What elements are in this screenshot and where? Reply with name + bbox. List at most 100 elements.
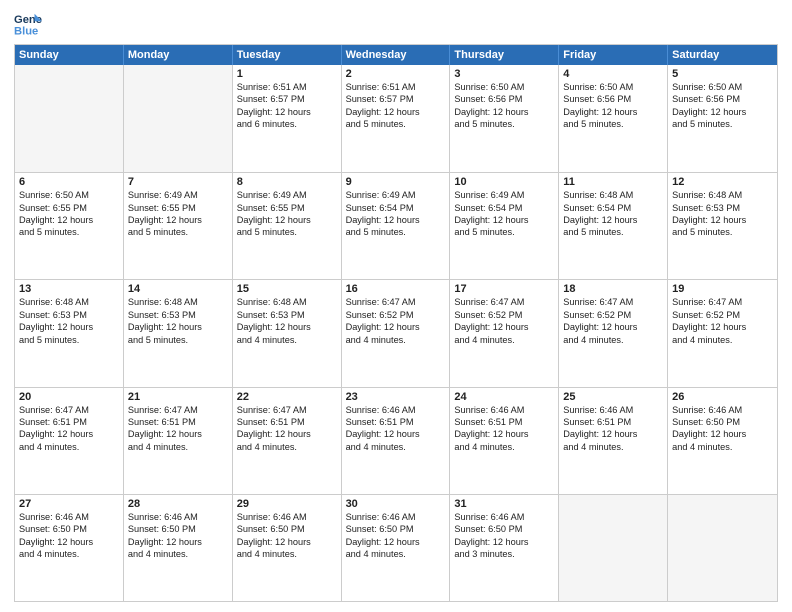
svg-text:Blue: Blue [14,25,38,37]
cell-info-line: and 4 minutes. [128,548,228,560]
calendar-week-5: 27Sunrise: 6:46 AMSunset: 6:50 PMDayligh… [15,494,777,601]
day-header-friday: Friday [559,45,668,65]
cell-info-line: Daylight: 12 hours [128,321,228,333]
cell-info-line: Daylight: 12 hours [19,321,119,333]
header: General Blue [14,10,778,38]
cell-info-line: and 5 minutes. [237,226,337,238]
cell-info-line: Daylight: 12 hours [128,428,228,440]
cell-info-line: Daylight: 12 hours [454,321,554,333]
cell-info-line: and 5 minutes. [454,118,554,130]
cell-info-line: and 4 minutes. [346,334,446,346]
cell-info-line: and 4 minutes. [237,334,337,346]
cell-info-line: Sunset: 6:50 PM [237,523,337,535]
day-number: 27 [19,498,119,510]
day-number: 30 [346,498,446,510]
day-number: 7 [128,176,228,188]
day-number: 31 [454,498,554,510]
cell-info-line: Sunset: 6:52 PM [346,309,446,321]
cell-info-line: Daylight: 12 hours [128,214,228,226]
day-number: 10 [454,176,554,188]
cell-info-line: Daylight: 12 hours [346,321,446,333]
day-number: 23 [346,391,446,403]
cell-info-line: Daylight: 12 hours [346,214,446,226]
cell-info-line: Sunset: 6:51 PM [346,416,446,428]
cell-info-line: Daylight: 12 hours [237,536,337,548]
calendar-cell: 8Sunrise: 6:49 AMSunset: 6:55 PMDaylight… [233,173,342,279]
calendar-cell: 31Sunrise: 6:46 AMSunset: 6:50 PMDayligh… [450,495,559,601]
cell-info-line: and 5 minutes. [563,226,663,238]
calendar-cell [668,495,777,601]
day-number: 5 [672,68,773,80]
calendar-cell: 5Sunrise: 6:50 AMSunset: 6:56 PMDaylight… [668,65,777,172]
cell-info-line: and 4 minutes. [563,441,663,453]
logo: General Blue [14,10,44,38]
calendar-cell: 1Sunrise: 6:51 AMSunset: 6:57 PMDaylight… [233,65,342,172]
cell-info-line: Sunrise: 6:47 AM [237,404,337,416]
day-number: 11 [563,176,663,188]
cell-info-line: Sunrise: 6:49 AM [237,189,337,201]
calendar-cell: 14Sunrise: 6:48 AMSunset: 6:53 PMDayligh… [124,280,233,386]
cell-info-line: Daylight: 12 hours [237,214,337,226]
cell-info-line: Sunset: 6:55 PM [237,202,337,214]
cell-info-line: Sunrise: 6:49 AM [128,189,228,201]
day-number: 3 [454,68,554,80]
cell-info-line: Sunrise: 6:46 AM [237,511,337,523]
cell-info-line: and 5 minutes. [672,226,773,238]
cell-info-line: and 5 minutes. [19,226,119,238]
calendar-week-4: 20Sunrise: 6:47 AMSunset: 6:51 PMDayligh… [15,387,777,494]
calendar-cell: 12Sunrise: 6:48 AMSunset: 6:53 PMDayligh… [668,173,777,279]
cell-info-line: Sunrise: 6:49 AM [454,189,554,201]
day-number: 22 [237,391,337,403]
cell-info-line: Sunset: 6:51 PM [237,416,337,428]
cell-info-line: Daylight: 12 hours [563,214,663,226]
cell-info-line: and 4 minutes. [454,441,554,453]
cell-info-line: Sunset: 6:52 PM [563,309,663,321]
day-number: 14 [128,283,228,295]
calendar-cell [124,65,233,172]
day-header-saturday: Saturday [668,45,777,65]
calendar-cell: 3Sunrise: 6:50 AMSunset: 6:56 PMDaylight… [450,65,559,172]
calendar-cell: 17Sunrise: 6:47 AMSunset: 6:52 PMDayligh… [450,280,559,386]
calendar-week-2: 6Sunrise: 6:50 AMSunset: 6:55 PMDaylight… [15,172,777,279]
cell-info-line: Sunset: 6:54 PM [346,202,446,214]
cell-info-line: Daylight: 12 hours [563,106,663,118]
cell-info-line: Sunset: 6:51 PM [563,416,663,428]
calendar-cell: 28Sunrise: 6:46 AMSunset: 6:50 PMDayligh… [124,495,233,601]
calendar-cell: 30Sunrise: 6:46 AMSunset: 6:50 PMDayligh… [342,495,451,601]
cell-info-line: and 4 minutes. [19,548,119,560]
cell-info-line: and 5 minutes. [346,226,446,238]
cell-info-line: Sunset: 6:54 PM [563,202,663,214]
calendar-body: 1Sunrise: 6:51 AMSunset: 6:57 PMDaylight… [15,65,777,601]
day-number: 12 [672,176,773,188]
day-number: 21 [128,391,228,403]
cell-info-line: Sunset: 6:53 PM [672,202,773,214]
cell-info-line: Sunrise: 6:50 AM [672,81,773,93]
calendar-cell: 24Sunrise: 6:46 AMSunset: 6:51 PMDayligh… [450,388,559,494]
day-number: 9 [346,176,446,188]
cell-info-line: Daylight: 12 hours [128,536,228,548]
cell-info-line: Daylight: 12 hours [19,428,119,440]
cell-info-line: and 6 minutes. [237,118,337,130]
day-number: 16 [346,283,446,295]
day-number: 19 [672,283,773,295]
cell-info-line: Daylight: 12 hours [237,321,337,333]
day-number: 4 [563,68,663,80]
day-header-tuesday: Tuesday [233,45,342,65]
cell-info-line: Sunrise: 6:51 AM [237,81,337,93]
calendar-cell: 20Sunrise: 6:47 AMSunset: 6:51 PMDayligh… [15,388,124,494]
cell-info-line: and 4 minutes. [346,548,446,560]
cell-info-line: Sunrise: 6:46 AM [346,404,446,416]
day-number: 2 [346,68,446,80]
cell-info-line: Sunset: 6:57 PM [346,93,446,105]
cell-info-line: Daylight: 12 hours [672,214,773,226]
calendar-cell: 27Sunrise: 6:46 AMSunset: 6:50 PMDayligh… [15,495,124,601]
cell-info-line: Sunset: 6:56 PM [454,93,554,105]
calendar-cell: 11Sunrise: 6:48 AMSunset: 6:54 PMDayligh… [559,173,668,279]
cell-info-line: and 4 minutes. [19,441,119,453]
cell-info-line: Sunset: 6:55 PM [19,202,119,214]
cell-info-line: Sunrise: 6:46 AM [454,404,554,416]
cell-info-line: Sunset: 6:51 PM [454,416,554,428]
cell-info-line: Daylight: 12 hours [563,428,663,440]
cell-info-line: Sunrise: 6:46 AM [672,404,773,416]
cell-info-line: Sunrise: 6:48 AM [672,189,773,201]
